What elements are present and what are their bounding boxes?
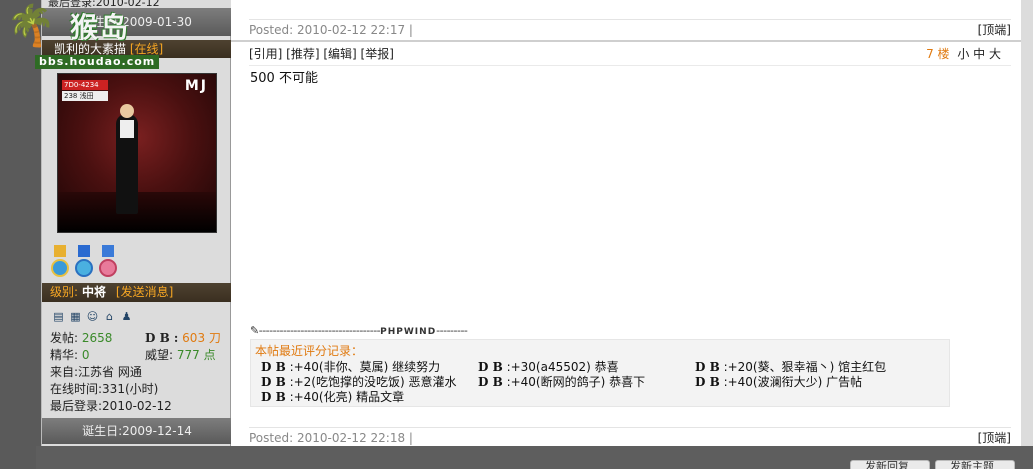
logo-brand: 猴岛 [70, 11, 131, 44]
signature-edit-icon: ✎ [250, 324, 259, 337]
signature-dashes-right: --------- [436, 324, 468, 337]
rating-records: 本帖最近评分记录： D B :+40(非你、莫属) 继续努力 D B :+30(… [250, 339, 950, 407]
medal-icon[interactable] [74, 245, 94, 279]
palm-tree-icon: 🌴 [6, 3, 56, 49]
new-topic-button[interactable]: 发新主题 [935, 460, 1015, 469]
medal-icon[interactable] [50, 245, 70, 279]
prestige-value: 777 点 [176, 348, 216, 362]
signature-brand: PHPWIND [380, 327, 437, 337]
last-login: 最后登录:2010-02-12 [50, 399, 172, 413]
back-to-top[interactable]: [顶端] [978, 428, 1011, 448]
font-size-switch[interactable]: 小 中 大 [957, 47, 1001, 61]
new-reply-button[interactable]: 发新回复 [850, 460, 930, 469]
right-border [1021, 0, 1033, 446]
user-stats: 发帖: 2658 D B : 603 刀 精华: 0 威望: 777 点 来自:… [50, 330, 228, 415]
medal-list [50, 245, 118, 281]
prev-post-time: Posted: 2010-02-12 22:17 | [249, 23, 413, 37]
homepage-icon[interactable]: ⌂ [103, 310, 116, 323]
post-footer: Posted: 2010-02-12 22:18 | [顶端] [249, 427, 1011, 447]
birthday: 诞生日:2009-12-14 [42, 418, 232, 444]
post-main: Posted: 2010-02-12 22:17 | [顶端] [引用] [推荐… [231, 0, 1033, 447]
send-message-link[interactable]: [发送消息] [116, 285, 173, 299]
rating-title: 本帖最近评分记录： [255, 344, 364, 358]
level-rank: 中将 [82, 285, 107, 299]
profile-card-icon[interactable]: ▤ [52, 310, 65, 323]
prev-post-footer: Posted: 2010-02-12 22:17 | [顶端] [249, 19, 1011, 39]
medal-icon[interactable] [98, 245, 118, 279]
signature-line: ✎-----------------------------------PHPW… [250, 324, 468, 337]
avatar-text-1: 7D0-4234 [62, 80, 108, 90]
post-separator [231, 40, 1021, 42]
db-value: 603 刀 [182, 331, 221, 345]
essence-label: 精华: [50, 348, 79, 362]
rating-item: D B :+40(断网的鸽子) 恭喜下 [478, 375, 646, 389]
bottom-bar: 发新回复 发新主题 [36, 446, 1033, 469]
level-bar: 级别: 中将 [发送消息] [42, 283, 232, 302]
posts-count: 2658 [81, 331, 113, 345]
avatar: 7D0-4234 238 浅田 MJ [57, 73, 217, 233]
signature-dashes-left: ----------------------------------- [258, 324, 381, 337]
add-friend-icon[interactable]: ☺ [86, 310, 99, 323]
post-time: Posted: 2010-02-12 22:18 | [249, 431, 413, 445]
avatar-figure-head [120, 104, 134, 118]
db-label: D B : [145, 331, 179, 345]
avatar-tag: MJ [184, 78, 208, 94]
avatar-figure-shirt [120, 120, 134, 138]
user-action-icons: ▤ ▦ ☺ ⌂ ♟ [52, 310, 133, 323]
level-label: 级别: [50, 285, 79, 299]
post-actions[interactable]: [引用] [推荐] [编辑] [举报] [249, 45, 394, 62]
floor-number[interactable]: 7 楼 [926, 47, 949, 61]
qq-icon[interactable]: ♟ [120, 310, 133, 323]
essence-count: 0 [81, 348, 90, 362]
rating-item: D B :+40(化亮) 精品文章 [261, 390, 405, 404]
header-divider [249, 65, 1011, 66]
avatar-text-2: 238 浅田 [62, 91, 108, 101]
floor-info: 7 楼 小 中 大 [926, 45, 1001, 62]
rating-item: D B :+40(波澜衔大少) 广告帖 [695, 375, 863, 389]
logo-url: bbs.houdao.com [35, 55, 160, 69]
online-time: 在线时间:331(小时) [50, 382, 159, 396]
posts-label: 发帖: [50, 331, 79, 345]
prestige-label: 威望: [145, 348, 174, 362]
prev-back-to-top[interactable]: [顶端] [978, 20, 1011, 40]
user-location: 来自:江苏省 网通 [50, 365, 142, 379]
posts-list-icon[interactable]: ▦ [69, 310, 82, 323]
site-logo[interactable]: 🌴 猴岛 bbs.houdao.com [0, 0, 166, 70]
post-content: 500 不可能 [250, 71, 318, 86]
